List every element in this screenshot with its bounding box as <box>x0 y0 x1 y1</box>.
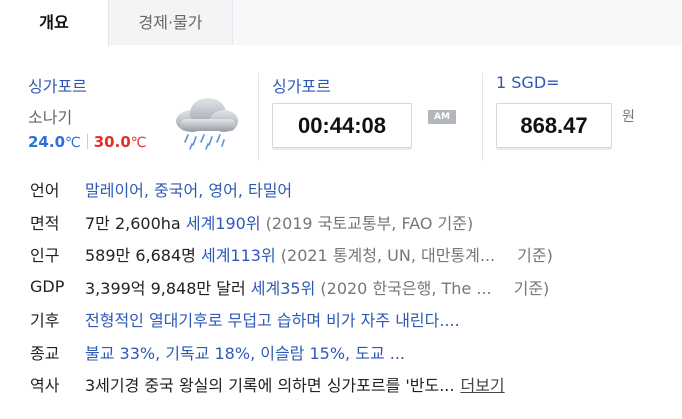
population-source-end: 기준) <box>517 246 553 266</box>
temperature-range: 24.0℃ 30.0℃ <box>28 133 147 151</box>
population-source: (2021 통계청, UN, 대만통계... <box>280 246 496 266</box>
info-row-history: 역사 3세기경 중국 왕실의 기록에 의하면 싱가포르를 '반도... 더보기 <box>30 368 670 401</box>
info-label: 인구 <box>30 246 60 266</box>
temp-high: 30.0℃ <box>93 133 147 151</box>
history-value: 3세기경 중국 왕실의 기록에 의하면 싱가포르를 '반도... <box>85 376 455 396</box>
divider <box>258 73 259 161</box>
weather-condition: 소나기 <box>28 108 73 127</box>
more-link[interactable]: 더보기 <box>460 372 504 396</box>
time-city-link[interactable]: 싱가포르 <box>272 73 331 97</box>
country-info-list: 언어 말레이어, 중국어, 영어, 타밀어 면적 7만 2,600ha 세계19… <box>30 173 670 401</box>
info-row-climate: 기후 전형적인 열대기후로 무덥고 습하며 비가 자주 내린다.... <box>30 303 670 336</box>
gdp-value: 3,399억 9,848만 달러 <box>85 278 246 298</box>
ampm-badge: AM <box>428 110 456 124</box>
info-label: 종교 <box>30 343 60 363</box>
language-value-link[interactable]: 말레이어, 중국어, 영어, 타밀어 <box>85 177 292 201</box>
temp-low: 24.0℃ <box>28 133 81 151</box>
gdp-source: (2020 한국은행, The ... <box>320 278 492 298</box>
info-row-gdp: GDP 3,399억 9,848만 달러 세계35위 (2020 한국은행, T… <box>30 271 670 304</box>
info-row-population: 인구 589만 6,684명 세계113위 (2021 통계청, UN, 대만통… <box>30 238 670 271</box>
info-label: 역사 <box>30 376 60 396</box>
currency-unit: 원 <box>622 109 635 125</box>
info-label: 기후 <box>30 311 60 331</box>
exchange-rate-value: 868.47 <box>496 103 612 148</box>
gdp-source-end: 기준) <box>513 278 550 298</box>
info-label: GDP <box>30 277 65 297</box>
population-rank-link[interactable]: 세계113위 <box>201 242 276 266</box>
area-source: (2019 국토교통부, FAO 기준) <box>265 213 474 233</box>
info-row-area: 면적 7만 2,600ha 세계190위 (2019 국토교통부, FAO 기준… <box>30 206 670 239</box>
info-row-religion: 종교 불교 33%, 기독교 18%, 이슬람 15%, 도교 ... <box>30 336 670 369</box>
rain-cloud-icon <box>176 98 238 150</box>
temp-divider <box>86 134 88 149</box>
divider <box>482 73 483 161</box>
info-label: 면적 <box>30 213 60 233</box>
exchange-rate-panel: 1 SGD= 868.47 원 <box>496 73 635 148</box>
population-value: 589만 6,684명 <box>85 246 196 266</box>
info-label: 언어 <box>30 181 60 201</box>
local-clock: 00:44:08 <box>272 103 412 148</box>
weather-city-link[interactable]: 싱가포르 <box>28 73 87 97</box>
religion-value-link[interactable]: 불교 33%, 기독교 18%, 이슬람 15%, 도교 ... <box>85 340 405 364</box>
info-row-language: 언어 말레이어, 중국어, 영어, 타밀어 <box>30 173 670 206</box>
gdp-rank-link[interactable]: 세계35위 <box>251 275 316 299</box>
tab-bar-filler <box>233 0 682 45</box>
weather-panel: 싱가포르 소나기 24.0℃ 30.0℃ <box>28 73 258 163</box>
climate-value-link[interactable]: 전형적인 열대기후로 무덥고 습하며 비가 자주 내린다.... <box>85 307 460 331</box>
exchange-rate-link[interactable]: 1 SGD= <box>496 73 560 92</box>
area-value: 7만 2,600ha <box>85 213 181 233</box>
tab-economy-prices[interactable]: 경제·물가 <box>109 0 233 45</box>
tab-bar: 개요 경제·물가 <box>0 0 682 46</box>
tab-overview[interactable]: 개요 <box>0 0 109 46</box>
area-rank-link[interactable]: 세계190위 <box>186 210 261 234</box>
local-time-panel: 싱가포르 00:44:08 AM <box>272 73 456 148</box>
